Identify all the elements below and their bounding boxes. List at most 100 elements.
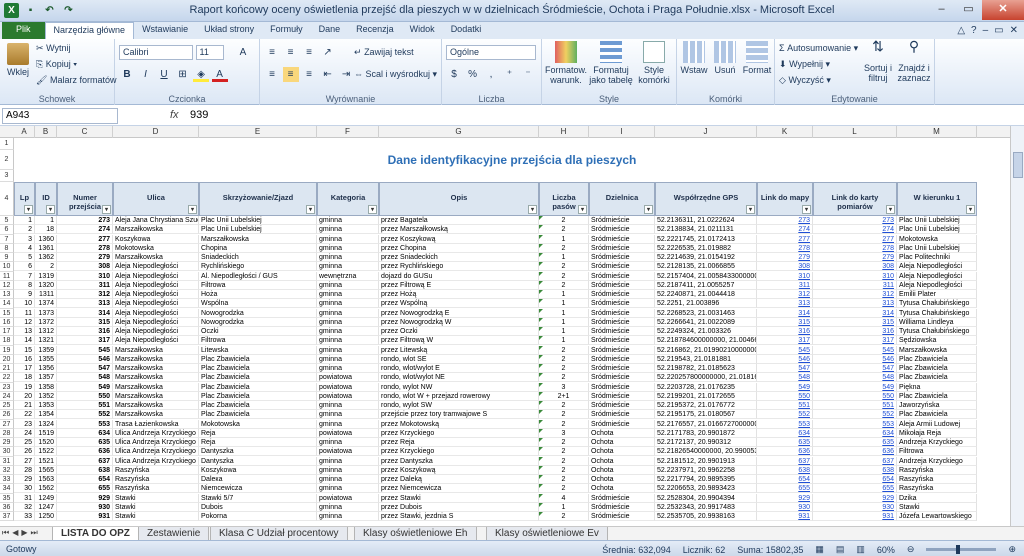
cell[interactable]: Nowogrodzka: [199, 308, 317, 318]
cell[interactable]: 278: [813, 243, 897, 253]
cell[interactable]: Aleja Niepodległości: [113, 299, 199, 309]
zoom-level[interactable]: 60%: [877, 545, 895, 555]
name-box[interactable]: A943: [2, 108, 118, 124]
cell[interactable]: 1249: [35, 493, 57, 503]
next-sheet-icon[interactable]: ▶: [21, 528, 27, 538]
cell[interactable]: Andrzeja Krzyckiego: [897, 456, 977, 466]
column-header-H[interactable]: H: [539, 126, 589, 138]
cell[interactable]: gminna: [317, 364, 379, 373]
cell[interactable]: 931: [813, 512, 897, 521]
filter-dropdown-icon[interactable]: ▾: [644, 205, 653, 214]
cell[interactable]: przejście przez tory tramwajowe S: [379, 410, 539, 420]
sheet-tab-lista[interactable]: LISTA DO OPZ: [52, 527, 139, 541]
cell[interactable]: 1354: [35, 410, 57, 420]
row-header[interactable]: 34: [0, 484, 14, 494]
copy-button[interactable]: ⎘ Kopiuj ▾: [36, 59, 77, 70]
cell[interactable]: 311: [813, 280, 897, 290]
cell[interactable]: Ochota: [589, 475, 655, 484]
cell[interactable]: 10: [14, 299, 35, 309]
increase-decimal-icon[interactable]: ⁺: [502, 67, 518, 82]
cell[interactable]: 2: [14, 225, 35, 235]
cell[interactable]: Śródmieście: [589, 512, 655, 521]
close-button[interactable]: ✕: [982, 0, 1024, 20]
cell[interactable]: 52.2172137, 20.990312: [655, 438, 757, 447]
cell[interactable]: 551: [757, 401, 813, 410]
cell[interactable]: 2: [539, 364, 589, 373]
first-sheet-icon[interactable]: ⏮: [2, 528, 9, 538]
cell[interactable]: 14: [14, 336, 35, 346]
cell[interactable]: 52.2532343, 20.9917483: [655, 502, 757, 512]
cell[interactable]: 13: [14, 327, 35, 336]
filter-dropdown-icon[interactable]: ▾: [306, 205, 315, 214]
cell[interactable]: 1250: [35, 512, 57, 521]
cell[interactable]: Marszałkowska: [113, 382, 199, 392]
cell[interactable]: Pokorna: [199, 512, 317, 521]
cell[interactable]: 1361: [35, 243, 57, 253]
cell[interactable]: Raszyńska: [897, 465, 977, 475]
cell[interactable]: 1: [539, 502, 589, 512]
filter-dropdown-icon[interactable]: ▾: [886, 205, 895, 214]
cell[interactable]: 52.2157404, 21.00584330000000: [655, 271, 757, 281]
filter-dropdown-icon[interactable]: ▾: [102, 205, 111, 214]
cell[interactable]: Plac Zbawiciela: [897, 391, 977, 401]
minimize-button[interactable]: –: [928, 0, 955, 20]
cell[interactable]: 8: [14, 280, 35, 290]
row-header[interactable]: 32: [0, 465, 14, 475]
cell[interactable]: 308: [57, 262, 113, 272]
cell[interactable]: Chopina: [199, 243, 317, 253]
cell[interactable]: Plac Zbawiciela: [199, 382, 317, 392]
cell[interactable]: gminna: [317, 465, 379, 475]
cell[interactable]: 552: [813, 410, 897, 420]
row-header[interactable]: 26: [0, 410, 14, 420]
cell[interactable]: 316: [57, 327, 113, 336]
row-header[interactable]: 16: [0, 317, 14, 327]
cell[interactable]: 1374: [35, 299, 57, 309]
cell[interactable]: 655: [57, 484, 113, 494]
cell[interactable]: Śródmieście: [589, 225, 655, 235]
cell[interactable]: 1563: [35, 475, 57, 484]
cell[interactable]: 1: [539, 327, 589, 336]
cell[interactable]: Aleja Niepodległości: [113, 327, 199, 336]
cell[interactable]: 1521: [35, 456, 57, 466]
cell[interactable]: Śródmieście: [589, 327, 655, 336]
cell[interactable]: 655: [757, 484, 813, 494]
cell[interactable]: 3: [539, 382, 589, 392]
cell[interactable]: 2: [539, 438, 589, 447]
cell[interactable]: gminna: [317, 475, 379, 484]
cell[interactable]: Śródmieście: [589, 419, 655, 429]
cell[interactable]: Plac Unii Lubelskiej: [199, 225, 317, 235]
cell[interactable]: Plac Zbawiciela: [199, 391, 317, 401]
cell[interactable]: 315: [57, 317, 113, 327]
cell[interactable]: gminna: [317, 401, 379, 410]
row-header[interactable]: 1: [0, 138, 14, 150]
cell[interactable]: Plac Unii Lubelskiej: [199, 216, 317, 225]
filter-dropdown-icon[interactable]: ▾: [802, 205, 811, 214]
cell[interactable]: 2: [539, 465, 589, 475]
cell[interactable]: 546: [757, 354, 813, 364]
row-header[interactable]: 31: [0, 456, 14, 466]
cell[interactable]: Filtrowa: [897, 447, 977, 457]
cell[interactable]: 52.2199201, 21.0172655: [655, 391, 757, 401]
cell[interactable]: 15: [14, 345, 35, 355]
cell[interactable]: Emilii Plater: [897, 290, 977, 299]
row-header[interactable]: 25: [0, 401, 14, 411]
page-layout-view-icon[interactable]: ▤: [836, 544, 845, 555]
cell[interactable]: 52.2136311, 21.0222624: [655, 216, 757, 225]
column-header-L[interactable]: L: [813, 126, 897, 138]
cell[interactable]: Aleja Niepodległości: [113, 280, 199, 290]
window-minimize-icon[interactable]: –: [983, 25, 989, 36]
column-header-F[interactable]: F: [317, 126, 379, 138]
cell[interactable]: Aleja Armii Ludowej: [897, 419, 977, 429]
cell[interactable]: powiatowa: [317, 493, 379, 503]
cell[interactable]: 18: [14, 373, 35, 383]
cell[interactable]: Stawki: [113, 493, 199, 503]
cell[interactable]: 279: [757, 253, 813, 262]
cell[interactable]: 273: [757, 216, 813, 225]
cell[interactable]: gminna: [317, 317, 379, 327]
cell[interactable]: 316: [757, 327, 813, 336]
cell[interactable]: Marszałkowska: [113, 253, 199, 262]
cell[interactable]: 52.2226535, 21.019882: [655, 243, 757, 253]
filter-dropdown-icon[interactable]: ▾: [578, 205, 587, 214]
cell[interactable]: Dantyszka: [199, 456, 317, 466]
zoom-out-icon[interactable]: ⊖: [907, 544, 915, 555]
